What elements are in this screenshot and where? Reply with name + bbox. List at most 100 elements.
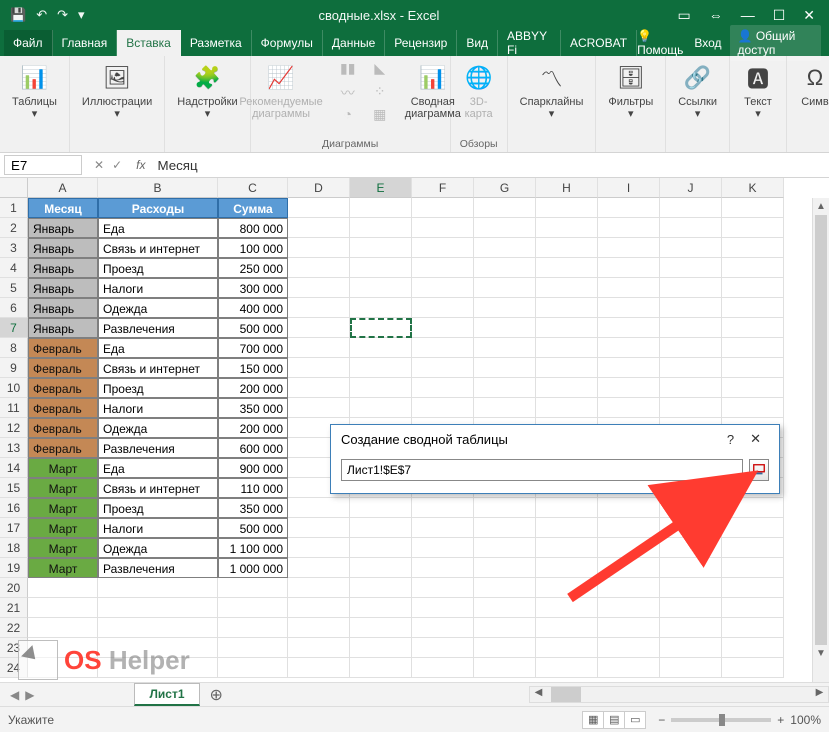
filters-button[interactable]: 🗄 Фильтры▾ [604,60,657,122]
cell[interactable] [536,658,598,678]
hscroll-thumb[interactable] [551,687,581,702]
cell[interactable] [412,398,474,418]
cell[interactable] [350,598,412,618]
cell[interactable] [598,638,660,658]
cell[interactable] [474,518,536,538]
cell[interactable] [412,258,474,278]
cell[interactable] [660,318,722,338]
cell[interactable] [288,498,350,518]
cell[interactable] [598,298,660,318]
cell[interactable]: Одежда [98,538,218,558]
cell[interactable] [536,278,598,298]
cell[interactable] [28,598,98,618]
cell[interactable]: 100 000 [218,238,288,258]
cell[interactable] [660,358,722,378]
cell[interactable] [474,298,536,318]
row-header[interactable]: 21 [0,598,28,618]
cell[interactable]: 900 000 [218,458,288,478]
ribbon-options-icon[interactable]: ▭ [677,7,690,24]
cell[interactable] [598,258,660,278]
cell[interactable]: 110 000 [218,478,288,498]
cell[interactable] [598,218,660,238]
cell[interactable] [722,638,784,658]
cell[interactable] [536,638,598,658]
links-button[interactable]: 🔗 Ссылки▾ [674,60,721,122]
cell[interactable]: Одежда [98,418,218,438]
cell[interactable] [598,358,660,378]
cell[interactable] [536,238,598,258]
cell[interactable]: Связь и интернет [98,478,218,498]
cell[interactable] [660,658,722,678]
cell[interactable] [288,638,350,658]
cell[interactable] [660,378,722,398]
cell[interactable] [536,598,598,618]
tab-главная[interactable]: Главная [53,30,118,56]
cell[interactable]: 300 000 [218,278,288,298]
cell[interactable] [218,598,288,618]
tab-рецензирование[interactable]: Рецензир [385,30,457,56]
scroll-thumb[interactable] [815,215,827,645]
cell[interactable] [350,258,412,278]
cell[interactable]: Январь [28,238,98,258]
tables-button[interactable]: 📊 Таблицы▾ [8,60,61,122]
select-all-corner[interactable] [0,178,28,198]
cell[interactable] [288,578,350,598]
cell[interactable] [412,318,474,338]
cell[interactable] [412,338,474,358]
cell[interactable] [350,238,412,258]
row-header[interactable]: 6 [0,298,28,318]
row-header[interactable]: 5 [0,278,28,298]
zoom-in-icon[interactable]: + [777,713,784,727]
cell[interactable] [288,398,350,418]
cell[interactable] [412,198,474,218]
cell[interactable] [660,238,722,258]
cell[interactable] [350,338,412,358]
cell[interactable] [722,558,784,578]
tab-данные[interactable]: Данные [323,30,385,56]
cell[interactable] [536,398,598,418]
cell[interactable] [474,238,536,258]
row-header[interactable]: 13 [0,438,28,458]
tab-формулы[interactable]: Формулы [252,30,323,56]
column-header[interactable]: H [536,178,598,198]
cell[interactable] [350,318,412,338]
cell[interactable] [598,238,660,258]
cell[interactable] [412,218,474,238]
cell[interactable] [350,578,412,598]
cell[interactable] [598,338,660,358]
column-header[interactable]: K [722,178,784,198]
cell[interactable]: Февраль [28,398,98,418]
cell[interactable]: 350 000 [218,398,288,418]
login-link[interactable]: Вход [694,36,721,50]
cell[interactable] [98,618,218,638]
cell[interactable] [722,538,784,558]
cell[interactable]: Март [28,478,98,498]
cell[interactable] [536,498,598,518]
cell[interactable]: Проезд [98,498,218,518]
range-input[interactable] [341,459,743,481]
cell[interactable] [350,298,412,318]
redo-icon[interactable]: ↷ [57,7,68,23]
dialog-close-icon[interactable]: ✕ [742,431,769,447]
normal-view-icon[interactable]: ▦ [582,711,604,729]
row-header[interactable]: 16 [0,498,28,518]
cell[interactable] [350,618,412,638]
cell[interactable] [474,258,536,278]
zoom-value[interactable]: 100% [790,713,821,727]
cell[interactable] [722,198,784,218]
close-icon[interactable]: ✕ [803,7,815,24]
cell[interactable] [722,378,784,398]
cell[interactable]: 700 000 [218,338,288,358]
cell[interactable] [98,578,218,598]
cell[interactable] [660,258,722,278]
cell[interactable]: Развлечения [98,558,218,578]
cell[interactable] [350,638,412,658]
cell[interactable]: Проезд [98,258,218,278]
column-header[interactable]: I [598,178,660,198]
row-header[interactable]: 17 [0,518,28,538]
cell[interactable]: Февраль [28,358,98,378]
fx-icon[interactable]: fx [130,158,151,172]
cell[interactable] [412,538,474,558]
cell[interactable]: Март [28,538,98,558]
scroll-right-icon[interactable]: ▶ [811,687,828,702]
